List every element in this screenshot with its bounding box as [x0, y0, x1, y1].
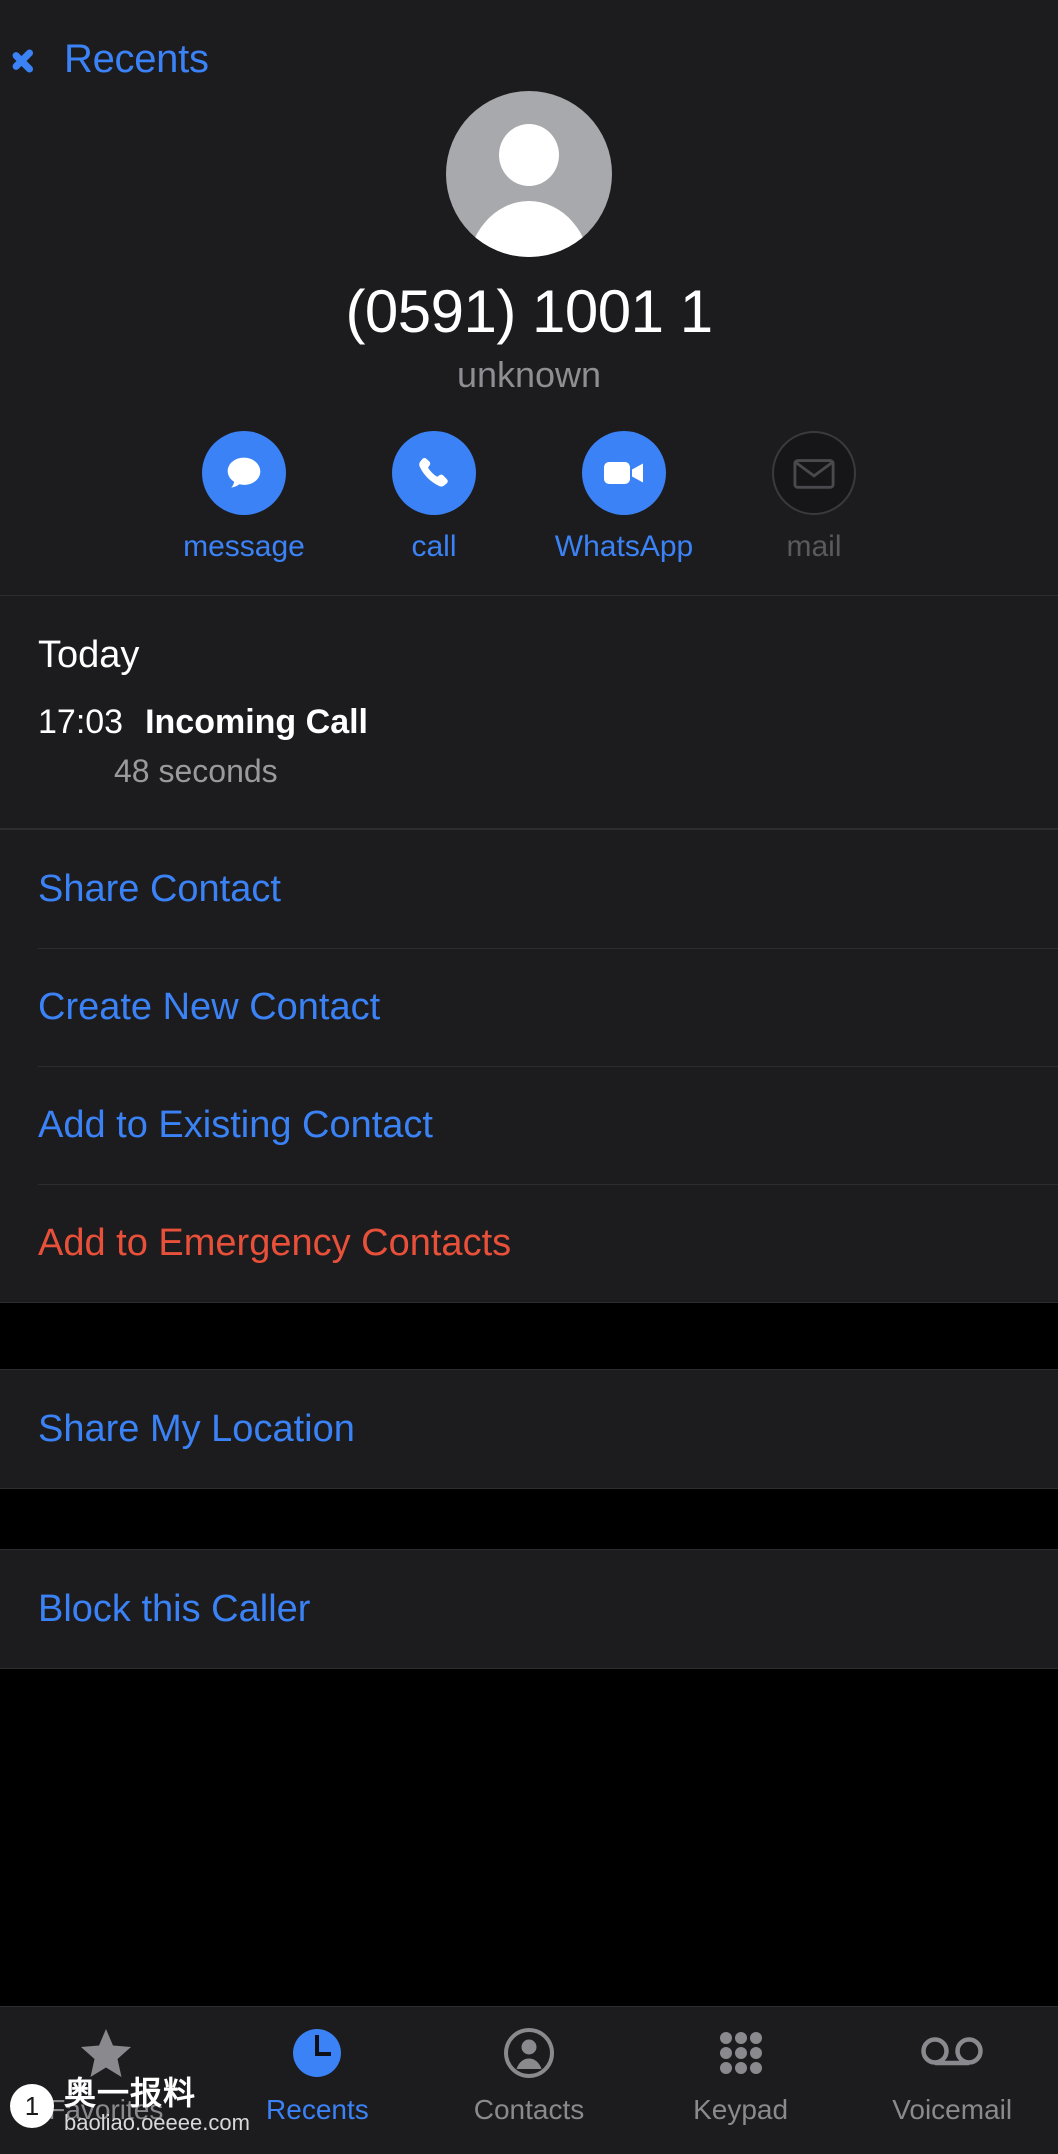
back-to-recents-button[interactable]: Recents: [0, 28, 209, 82]
share-contact-row[interactable]: Share Contact: [0, 830, 1058, 948]
envelope-icon: [772, 431, 856, 515]
person-circle-icon: [503, 2025, 555, 2081]
call-action-label: call: [411, 530, 457, 563]
star-icon: [79, 2025, 133, 2081]
tab-favorites[interactable]: Favorites: [0, 2025, 212, 2127]
tab-recents[interactable]: Recents: [212, 2025, 424, 2127]
voicemail-icon: [921, 2025, 983, 2081]
add-to-emergency-contacts-row[interactable]: Add to Emergency Contacts: [0, 1184, 1058, 1302]
create-new-contact-label[interactable]: Create New Contact: [38, 948, 1020, 1066]
whatsapp-action-button[interactable]: WhatsApp: [554, 431, 694, 565]
keypad-grid-icon: [715, 2025, 767, 2081]
add-to-existing-contact-row[interactable]: Add to Existing Contact: [0, 1066, 1058, 1184]
mail-action-button: mail: [744, 431, 884, 565]
call-action-button[interactable]: call: [364, 431, 504, 565]
video-camera-icon: [582, 431, 666, 515]
quick-actions-row: message call WhatsApp mail: [0, 431, 1058, 565]
contact-actions-group: Share Contact Create New Contact Add to …: [0, 829, 1058, 1303]
create-new-contact-row[interactable]: Create New Contact: [0, 948, 1058, 1066]
call-history-group: Today 17:03 Incoming Call 48 seconds: [0, 595, 1058, 829]
message-action-label: message: [183, 530, 305, 563]
block-this-caller-label[interactable]: Block this Caller: [38, 1550, 1020, 1668]
group-separator-2: [0, 1489, 1058, 1549]
contact-subtitle: unknown: [456, 354, 602, 395]
history-entry-time: 17:03: [38, 703, 124, 741]
history-entry-duration: 48 seconds: [114, 753, 278, 789]
person-placeholder-body: [467, 201, 591, 257]
share-my-location-label[interactable]: Share My Location: [38, 1370, 1020, 1488]
location-group: Share My Location: [0, 1369, 1058, 1489]
tab-contacts-label: Contacts: [473, 2094, 585, 2125]
add-to-emergency-contacts-label[interactable]: Add to Emergency Contacts: [38, 1184, 1020, 1302]
tab-contacts[interactable]: Contacts: [423, 2025, 635, 2127]
block-group: Block this Caller: [0, 1549, 1058, 1669]
back-button-label: Recents: [64, 37, 209, 81]
contact-header-card: Recents (0591) 1001 1 unknown message ca…: [0, 0, 1058, 595]
chevron-left-icon: [28, 36, 54, 82]
tab-keypad[interactable]: Keypad: [635, 2025, 847, 2127]
message-action-button[interactable]: message: [174, 431, 314, 565]
mail-action-label: mail: [786, 530, 842, 563]
phone-call-details-screen: Recents (0591) 1001 1 unknown message ca…: [0, 0, 1058, 2154]
person-placeholder-icon: [499, 124, 559, 186]
message-bubble-icon: [202, 431, 286, 515]
phone-icon: [392, 431, 476, 515]
tab-voicemail-label: Voicemail: [892, 2094, 1013, 2125]
whatsapp-action-label: WhatsApp: [554, 530, 694, 563]
add-to-existing-contact-label[interactable]: Add to Existing Contact: [38, 1066, 1020, 1184]
avatar: [446, 91, 612, 257]
tab-keypad-label: Keypad: [693, 2094, 789, 2125]
group-separator: [0, 1303, 1058, 1369]
share-my-location-row[interactable]: Share My Location: [0, 1370, 1058, 1488]
clock-icon: [291, 2025, 343, 2081]
page-title: (0591) 1001 1: [345, 278, 713, 345]
history-entry: 17:03 Incoming Call 48 seconds: [38, 678, 1020, 828]
tab-recents-label: Recents: [266, 2094, 369, 2125]
tab-voicemail[interactable]: Voicemail: [846, 2025, 1058, 2127]
history-day-label: Today: [38, 634, 140, 676]
share-contact-label[interactable]: Share Contact: [38, 830, 1020, 948]
tab-favorites-label: Favorites: [48, 2094, 164, 2125]
history-entry-type: Incoming Call: [145, 703, 369, 741]
tab-bar: Favorites Recents Contacts Keypad Voicem…: [0, 2006, 1058, 2154]
avatar-container: [0, 91, 1058, 257]
block-this-caller-row[interactable]: Block this Caller: [0, 1550, 1058, 1668]
call-history-block: Today 17:03 Incoming Call 48 seconds: [0, 596, 1058, 828]
